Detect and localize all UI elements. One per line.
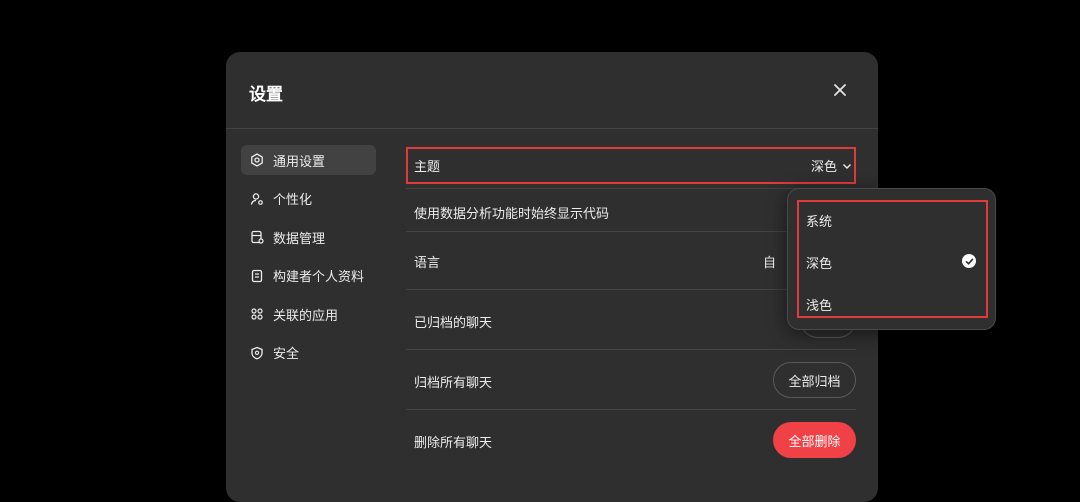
theme-select[interactable]: 深色 — [811, 156, 852, 175]
theme-option-label: 深色 — [806, 257, 833, 272]
sidebar-item-connected-apps[interactable]: 关联的应用 — [241, 299, 376, 329]
archive-all-button[interactable]: 全部归档 — [773, 362, 856, 398]
archived-chats-label: 已归档的聊天 — [414, 316, 493, 331]
shield-icon — [249, 345, 265, 361]
close-icon — [834, 84, 846, 96]
database-icon — [249, 229, 265, 245]
theme-option-label: 浅色 — [806, 299, 833, 314]
sidebar-item-label: 安全 — [273, 347, 300, 362]
theme-option-light[interactable]: 浅色 — [788, 283, 995, 323]
close-button[interactable] — [828, 78, 852, 102]
theme-option-system[interactable]: 系统 — [788, 199, 995, 239]
sidebar-item-label: 个性化 — [273, 193, 313, 208]
theme-value: 深色 — [810, 160, 837, 175]
theme-dropdown-menu: 系统 深色 浅色 — [787, 188, 996, 330]
settings-sidebar: 通用设置 个性化 数据管理 构建者个人资料 关联的应用 安全 — [241, 145, 376, 376]
sidebar-item-data-controls[interactable]: 数据管理 — [241, 222, 376, 252]
theme-label: 主题 — [414, 160, 441, 175]
sidebar-item-builder-profile[interactable]: 构建者个人资料 — [241, 261, 376, 291]
delete-all-row: 删除所有聊天 全部删除 — [406, 410, 856, 470]
dialog-header: 设置 — [226, 52, 878, 129]
user-icon — [249, 191, 265, 207]
dialog-title: 设置 — [249, 85, 283, 105]
sidebar-item-security[interactable]: 安全 — [241, 338, 376, 368]
apps-grid-icon — [249, 306, 265, 322]
language-value[interactable]: 自 — [763, 252, 776, 271]
sidebar-item-general[interactable]: 通用设置 — [241, 145, 376, 175]
profile-card-icon — [249, 268, 265, 284]
checkmark-icon — [962, 254, 976, 268]
chevron-down-icon — [843, 163, 851, 169]
sidebar-item-label: 构建者个人资料 — [273, 270, 365, 285]
theme-option-label: 系统 — [806, 215, 833, 230]
code-display-label: 使用数据分析功能时始终显示代码 — [414, 207, 610, 222]
archive-all-label: 归档所有聊天 — [414, 376, 493, 391]
settings-dialog: 设置 通用设置 个性化 数据管理 构建者个人资料 关联的应用 安全 主题 深色 … — [226, 52, 878, 502]
theme-option-dark[interactable]: 深色 — [788, 241, 995, 281]
sidebar-item-personalization[interactable]: 个性化 — [241, 184, 376, 214]
delete-all-label: 删除所有聊天 — [414, 436, 493, 451]
sidebar-item-label: 关联的应用 — [273, 308, 339, 324]
archive-all-row: 归档所有聊天 全部归档 — [406, 350, 856, 410]
delete-all-button[interactable]: 全部删除 — [773, 422, 856, 458]
archive-all-button-label: 全部归档 — [788, 374, 841, 390]
theme-row[interactable]: 主题 深色 — [406, 144, 856, 189]
sidebar-item-label: 数据管理 — [273, 231, 326, 247]
sidebar-item-label: 通用设置 — [273, 154, 326, 170]
language-label: 语言 — [414, 256, 441, 271]
gear-icon — [249, 152, 265, 168]
delete-all-button-label: 全部删除 — [788, 434, 841, 450]
